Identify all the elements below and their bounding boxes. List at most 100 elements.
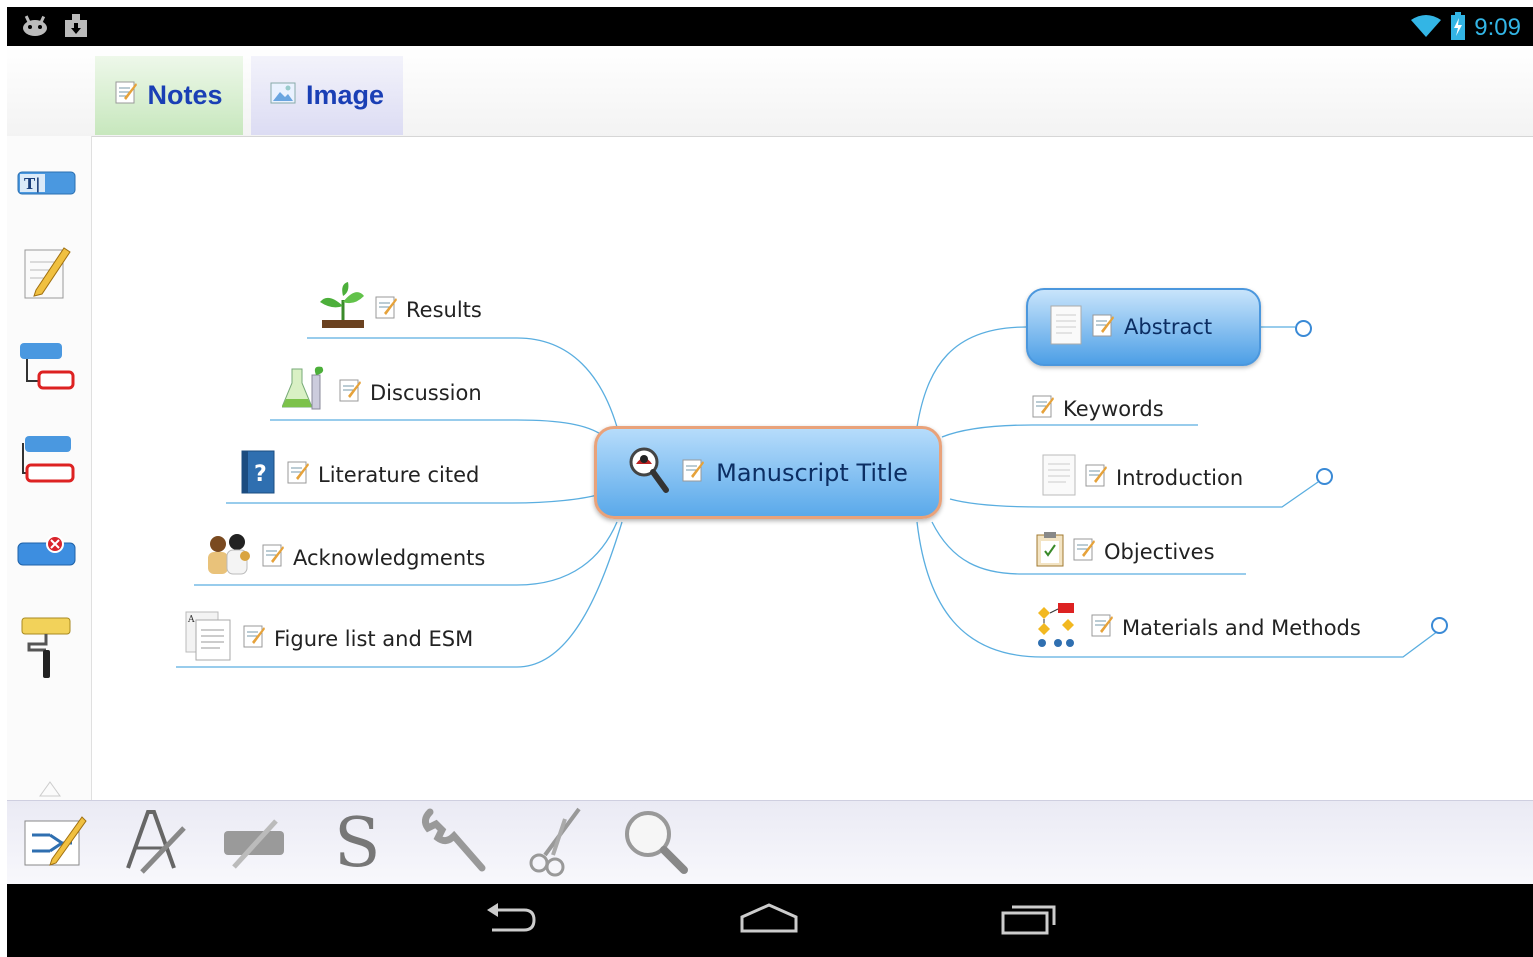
add-sibling-node-button[interactable] [17,433,77,491]
edit-note-button[interactable] [17,244,77,306]
collapse-toggle-introduction[interactable] [1316,468,1333,485]
node-materials-and-methods[interactable]: Materials and Methods [1032,601,1361,654]
wrench-icon [420,806,490,880]
flowchart-icon [1032,601,1082,654]
home-icon [739,901,799,939]
node-label: Discussion [370,380,482,405]
svg-text:T|: T| [24,175,41,193]
android-debug-icon [21,14,49,42]
node-label: Materials and Methods [1122,615,1361,640]
delete-node-icon [17,534,77,572]
note-icon [115,80,138,111]
svg-text:S: S [334,806,380,876]
tab-bar: Notes Image [7,46,1533,137]
recent-apps-button[interactable] [989,898,1069,942]
node-objectives[interactable]: Objectives [1036,531,1215,572]
central-node-label: Manuscript Title [716,458,908,487]
add-child-node-icon [17,341,77,397]
zoom-icon [620,806,690,880]
paint-roller-icon [19,616,75,686]
highlighter-button[interactable] [219,807,291,879]
left-toolbar: T| [7,136,92,800]
central-node[interactable]: Manuscript Title [594,426,942,519]
note-icon [1085,463,1107,492]
currency-button[interactable]: S [319,804,391,883]
node-label: Abstract [1124,315,1213,339]
bottom-toolbar: S [7,800,1533,885]
node-label: Figure list and ESM [274,626,474,651]
mind-map-canvas[interactable]: Manuscript Title Results Discussion ? Li… [92,137,1533,800]
magnifier-icon [628,446,670,500]
node-introduction[interactable]: Introduction [1042,454,1243,501]
add-child-node-button[interactable] [17,341,77,397]
note-icon [1032,394,1054,423]
clipboard-icon [1036,531,1064,572]
mindmap-edit-icon [22,811,88,875]
app-frame: 9:09 Notes Image T| Manuscript Title Res… [7,7,1533,957]
node-figure-list-and-esm[interactable]: A Figure list and ESM [184,610,473,667]
currency-s-icon: S [330,804,381,883]
wifi-icon [1410,14,1442,42]
svg-text:A: A [187,615,195,625]
font-style-button[interactable] [119,807,191,879]
node-acknowledgments[interactable]: Acknowledgments [205,532,485,583]
text-field-button[interactable]: T| [17,170,77,200]
help-book-icon: ? [238,449,278,500]
tab-notes-label: Notes [147,80,223,110]
collapse-toggle-materials-and-methods[interactable] [1431,617,1448,634]
node-label: Keywords [1063,396,1164,421]
note-icon [1073,537,1095,566]
note-icon [1091,613,1113,642]
font-style-icon [122,806,188,880]
back-button[interactable] [472,898,552,942]
svg-text:?: ? [254,462,267,487]
node-literature-cited[interactable]: ? Literature cited [238,449,479,500]
node-abstract[interactable]: Abstract [1026,288,1261,366]
status-bar: 9:09 [7,7,1533,46]
download-notification-icon [63,14,89,42]
paint-style-button[interactable] [17,616,77,686]
navigation-bar [7,884,1533,957]
delete-node-button[interactable] [17,534,77,572]
picture-icon [270,80,296,111]
note-icon [375,295,397,324]
node-label: Objectives [1104,539,1215,564]
toolbar-scroll-up-icon[interactable] [39,781,61,801]
people-icon [205,532,253,583]
note-icon [243,624,265,653]
seedling-icon [318,282,366,337]
node-label: Acknowledgments [293,545,486,570]
text-field-icon: T| [17,170,77,200]
add-sibling-node-icon [17,433,77,491]
note-icon [682,458,705,488]
highlighter-icon [220,811,290,875]
note-icon [262,543,284,572]
node-label: Literature cited [318,462,480,487]
status-clock: 9:09 [1474,14,1521,41]
document-icon [1042,454,1076,501]
note-icon [1092,313,1114,342]
lab-flask-icon [281,365,330,420]
edit-note-icon [22,244,72,306]
scissors-icon [525,805,585,881]
documents-icon: A [184,610,234,667]
search-button[interactable] [619,807,691,879]
tab-image[interactable]: Image [251,56,403,135]
back-icon [484,901,540,939]
home-button[interactable] [729,898,809,942]
node-discussion[interactable]: Discussion [281,365,482,420]
mindmap-edit-button[interactable] [19,807,91,879]
collapse-toggle-abstract[interactable] [1295,320,1312,337]
battery-charging-icon [1450,12,1466,44]
cut-button[interactable] [519,807,591,879]
note-icon [339,378,361,407]
node-label: Results [406,297,482,322]
node-label: Introduction [1116,465,1244,490]
note-icon [287,460,309,489]
node-results[interactable]: Results [318,282,482,337]
tools-button[interactable] [419,807,491,879]
node-keywords[interactable]: Keywords [1032,394,1164,423]
document-icon [1050,305,1082,350]
recent-apps-icon [1000,901,1058,939]
tab-notes[interactable]: Notes [95,56,243,135]
